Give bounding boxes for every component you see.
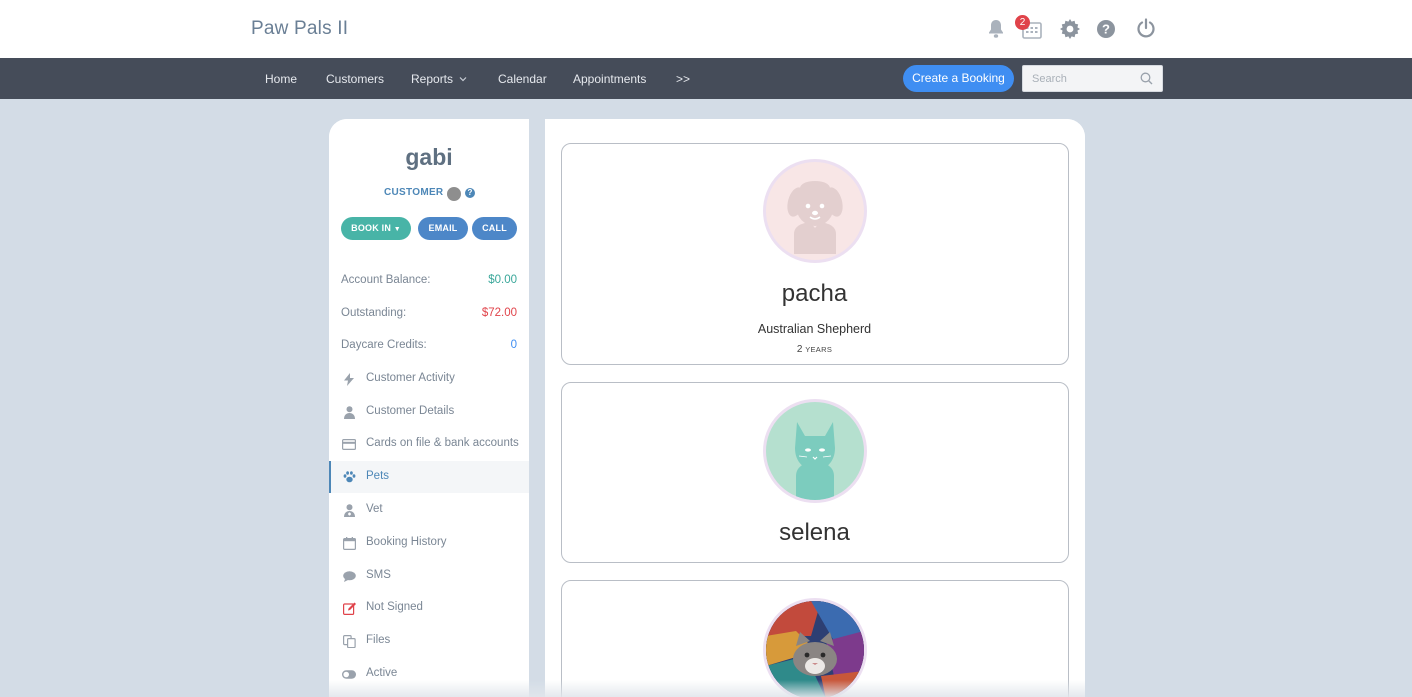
customer-name: gabi <box>405 144 453 170</box>
pet-age-unit: YEARS <box>805 345 833 354</box>
sidebar-item-files[interactable]: Files <box>329 625 529 657</box>
book-in-label: BOOK IN <box>351 223 392 233</box>
nav-calendar[interactable]: Calendar <box>498 72 547 86</box>
search-icon[interactable] <box>1140 72 1153 85</box>
chevron-down-icon <box>459 77 467 82</box>
nav-customers[interactable]: Customers <box>326 72 384 86</box>
question-icon[interactable]: ? <box>465 188 475 198</box>
cat-avatar-icon <box>763 399 867 503</box>
bottom-scroll-fade <box>329 680 1085 697</box>
chat-bubble-icon <box>342 569 356 583</box>
call-button[interactable]: CALL <box>472 217 517 240</box>
outstanding-value: $72.00 <box>481 307 517 319</box>
doctor-icon <box>342 503 356 517</box>
pet-age: 2 YEARS <box>562 344 1067 355</box>
calendar-icon <box>342 536 356 550</box>
customer-type-label: CUSTOMER <box>384 187 444 198</box>
sidebar-item-label: Booking History <box>366 536 447 548</box>
daycare-credits-label: Daycare Credits: <box>341 339 427 351</box>
power-icon[interactable] <box>1135 17 1157 39</box>
main-nav <box>0 58 1412 99</box>
sidebar-item-sms[interactable]: SMS <box>329 560 529 592</box>
pet-breed: Australian Shepherd <box>757 322 872 336</box>
sidebar-item-label: Cards on file & bank accounts <box>366 437 519 449</box>
email-button[interactable]: EMAIL <box>418 217 468 240</box>
nav-appointments[interactable]: Appointments <box>573 72 646 86</box>
files-icon <box>342 634 356 648</box>
sidebar-item-label: Not Signed <box>366 601 423 613</box>
sidebar-item-label: SMS <box>366 569 391 581</box>
sidebar-item-label: Files <box>366 634 391 646</box>
sidebar-item-label: Customer Activity <box>366 372 455 384</box>
bell-icon[interactable] <box>985 18 1007 40</box>
notification-badge: 2 <box>1015 15 1030 30</box>
user-icon <box>342 405 356 419</box>
paw-icon <box>342 470 356 484</box>
pet-name: pacha <box>781 280 848 307</box>
panel-divider <box>529 119 545 697</box>
pet-name: selena <box>779 519 850 546</box>
nav-more[interactable]: >> <box>676 72 690 86</box>
create-booking-button[interactable]: Create a Booking <box>903 65 1014 92</box>
search-input[interactable] <box>1023 66 1133 91</box>
nav-home[interactable]: Home <box>265 72 297 86</box>
edit-icon <box>342 601 356 615</box>
pet-age-value: 2 <box>796 344 803 355</box>
bolt-icon <box>342 372 356 386</box>
nav-reports[interactable]: Reports <box>411 72 467 86</box>
daycare-credits-value: 0 <box>510 339 517 351</box>
sidebar-item-label: Active <box>366 667 398 679</box>
sidebar-item-not-signed[interactable]: Not Signed <box>329 592 529 624</box>
book-in-button[interactable]: BOOK IN ▼ <box>341 217 411 240</box>
sidebar-item-label: Pets <box>366 470 390 482</box>
outstanding-label: Outstanding: <box>341 307 407 319</box>
account-balance-value: $0.00 <box>488 274 517 286</box>
nav-reports-label: Reports <box>411 72 454 86</box>
brand-title[interactable]: Paw Pals II <box>251 18 348 40</box>
dog-avatar-icon <box>763 159 867 263</box>
sidebar-item-customer-activity[interactable]: Customer Activity <box>329 363 529 395</box>
status-indicator <box>447 187 461 201</box>
help-icon[interactable]: ? <box>1095 18 1117 40</box>
sidebar-item-vet[interactable]: Vet <box>329 494 529 526</box>
toggle-icon <box>342 667 356 681</box>
svg-text:?: ? <box>1102 22 1110 37</box>
sidebar-item-customer-details[interactable]: Customer Details <box>329 396 529 428</box>
pet-card[interactable]: pacha Australian Shepherd 2 YEARS <box>561 143 1069 365</box>
caret-down-icon: ▼ <box>393 226 401 233</box>
sidebar-item-cards[interactable]: Cards on file & bank accounts <box>329 428 529 460</box>
sidebar-item-pets[interactable]: Pets <box>329 461 529 493</box>
sidebar-item-label: Customer Details <box>366 405 455 417</box>
sidebar-item-label: Vet <box>366 503 383 515</box>
account-balance-label: Account Balance: <box>341 274 431 286</box>
pet-card[interactable]: selena <box>561 382 1069 563</box>
sidebar-item-booking-history[interactable]: Booking History <box>329 527 529 559</box>
top-header: Paw Pals II <box>0 0 1412 58</box>
search-box <box>1022 65 1163 92</box>
gear-icon[interactable] <box>1059 18 1081 40</box>
credit-card-icon <box>342 437 356 451</box>
